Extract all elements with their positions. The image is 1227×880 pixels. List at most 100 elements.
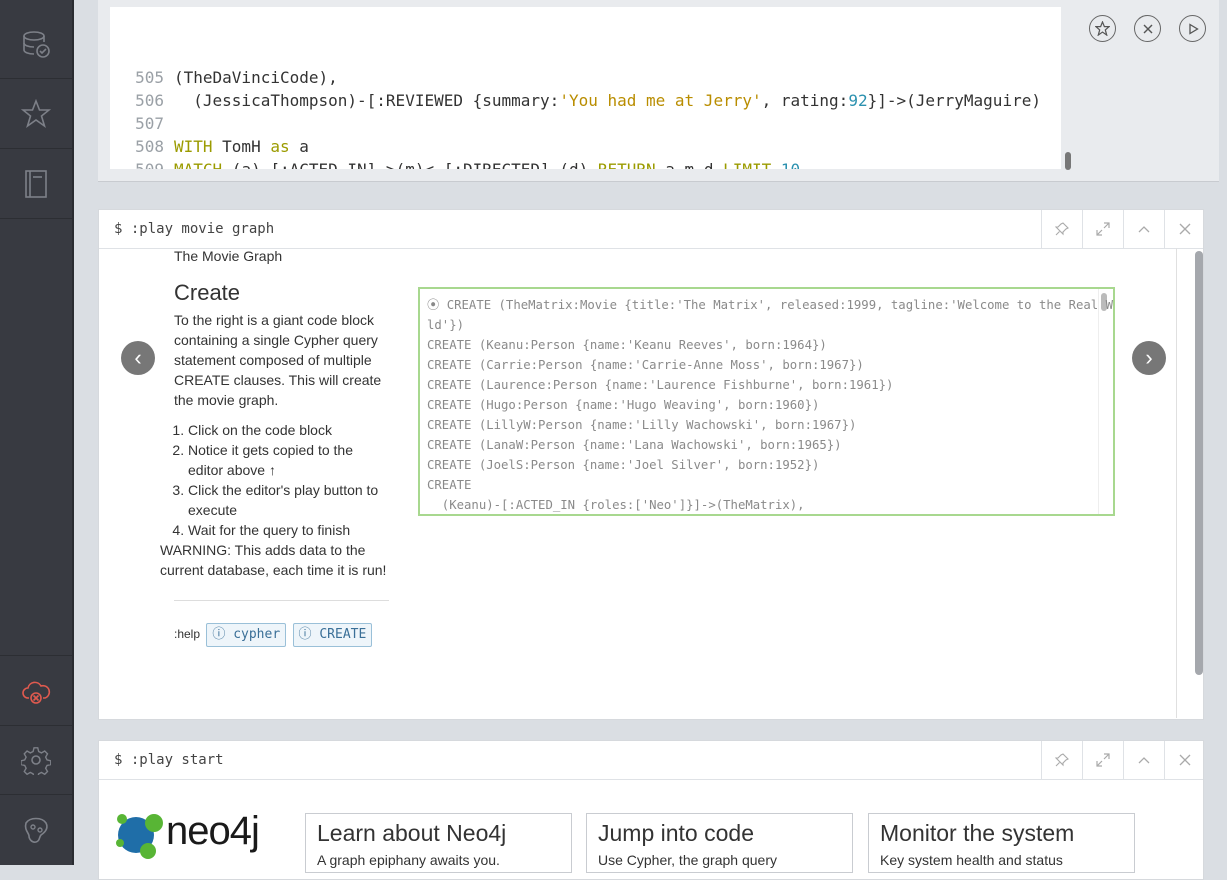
code-line: CREATE (Keanu:Person {name:'Keanu Reeves…: [427, 338, 827, 352]
favorite-button[interactable]: [1089, 15, 1116, 42]
sidebar-item-settings[interactable]: [0, 725, 72, 795]
card-title: Learn about Neo4j: [317, 820, 507, 846]
frame-command[interactable]: $ :play start: [114, 752, 224, 768]
editor-line: 507 WITH TomH as a: [110, 89, 309, 156]
frame-command[interactable]: $ :play movie graph: [114, 221, 274, 237]
gear-icon: [21, 746, 51, 775]
frame-movie-graph: $ :play movie graph ‹ › The Movie Graph …: [98, 209, 1204, 720]
chevron-up-icon: [1138, 226, 1150, 233]
editor-scrollbar[interactable]: [1065, 152, 1071, 170]
code-line: ld'}): [427, 318, 465, 332]
line-code: (TheDaVinciCode),: [174, 68, 338, 87]
editor-line: 509 ;: [110, 135, 168, 169]
pin-button[interactable]: [1041, 210, 1082, 248]
pin-icon: [1055, 222, 1069, 236]
code-line: CREATE (JoelS:Person {name:'Joel Silver'…: [427, 458, 820, 472]
database-icon: [23, 30, 50, 58]
collapse-button[interactable]: [1123, 741, 1164, 779]
neo4j-logo-icon: [116, 814, 163, 859]
frame-header: $ :play start: [99, 741, 1203, 780]
step-item: Notice it gets copied to the editor abov…: [188, 440, 389, 480]
divider: [174, 600, 389, 601]
fullscreen-button[interactable]: [1082, 210, 1123, 248]
card-subtitle: Key system health and status: [880, 852, 1063, 868]
close-frame-button[interactable]: [1164, 210, 1205, 248]
sidebar-item-about[interactable]: [0, 795, 72, 864]
play-circle-icon: ⦿: [427, 298, 447, 312]
favorite-icon: [1095, 21, 1110, 36]
code-line: CREATE (LanaW:Person {name:'Lana Wachows…: [427, 438, 842, 452]
pin-icon: [1055, 753, 1069, 767]
close-icon: [1179, 754, 1191, 766]
next-slide-button[interactable]: ›: [1132, 341, 1166, 375]
line-code: WITH TomH as a: [174, 137, 309, 156]
close-frame-button[interactable]: [1164, 741, 1205, 779]
fullscreen-button[interactable]: [1082, 741, 1123, 779]
code-line: CREATE (Laurence:Person {name:'Laurence …: [427, 378, 894, 392]
card-title: Monitor the system: [880, 820, 1075, 846]
editor-line: 508 MATCH (a)-[:ACTED_IN]->(m)<-[:DIRECT…: [110, 112, 800, 169]
frame-play-start: $ :play start neo4j Learn about Neo4j A …: [98, 740, 1204, 880]
card-subtitle: A graph epiphany awaits you.: [317, 852, 500, 868]
line-code: MATCH (a)-[:ACTED_IN]->(m)<-[:DIRECTED]-…: [174, 158, 800, 169]
editor-panel: (TheDaVinciCode), 505 (JessicaThompson)-…: [98, 0, 1219, 182]
expand-icon: [1096, 222, 1110, 236]
monitor-card[interactable]: Monitor the system Key system health and…: [868, 813, 1135, 873]
editor-line: 505 (JessicaThompson)-[:REVIEWED {summar…: [110, 43, 1041, 110]
warning-text: WARNING: This adds data to the current d…: [160, 542, 387, 578]
help-label: :help: [174, 627, 201, 641]
sidebar-item-connection[interactable]: [0, 655, 72, 726]
query-editor[interactable]: (TheDaVinciCode), 505 (JessicaThompson)-…: [110, 7, 1061, 169]
neo4j-about-icon: [24, 817, 48, 843]
previous-slide-button[interactable]: ‹: [121, 341, 155, 375]
help-cypher-link[interactable]: ⓘ cypher: [206, 623, 287, 647]
neo4j-logo: neo4j: [114, 807, 274, 863]
step-item: Click on the code block: [188, 420, 389, 440]
play-icon: [1188, 22, 1199, 35]
run-button[interactable]: [1179, 15, 1206, 42]
cypher-code-block[interactable]: ⦿ CREATE (TheMatrix:Movie {title:'The Ma…: [418, 287, 1115, 516]
sidebar-item-favorites[interactable]: [0, 79, 72, 149]
step-item: Click the editor's play button to execut…: [188, 480, 389, 520]
slide-subtitle: The Movie Graph: [174, 248, 283, 264]
code-block-scroll-track: [1098, 289, 1099, 514]
line-number: 509: [110, 158, 164, 169]
clear-button[interactable]: [1134, 15, 1161, 42]
frame-header: $ :play movie graph: [99, 210, 1203, 249]
step-item: Wait for the query to finish: [188, 520, 389, 540]
star-icon: [21, 98, 51, 128]
code-card[interactable]: Jump into code Use Cypher, the graph que…: [586, 813, 853, 873]
chevron-right-icon: ›: [1145, 345, 1153, 370]
card-title: Jump into code: [598, 820, 754, 846]
card-subtitle: Use Cypher, the graph query: [598, 852, 777, 868]
sidebar: [0, 0, 74, 865]
code-line: (Keanu)-[:ACTED_IN {roles:['Neo']}]->(Th…: [427, 498, 805, 512]
slide-intro: To the right is a giant code block conta…: [174, 312, 382, 408]
cloud-disconnected-icon: [22, 681, 51, 704]
expand-icon: [1096, 753, 1110, 767]
editor-line: 506: [110, 66, 168, 110]
logo-text: neo4j: [166, 809, 260, 853]
editor-line: (TheDaVinciCode),: [110, 20, 338, 87]
chevron-left-icon: ‹: [134, 345, 142, 370]
steps-list: Click on the code block Notice it gets c…: [174, 420, 389, 540]
help-create-link[interactable]: ⓘ CREATE: [292, 623, 373, 647]
learn-card[interactable]: Learn about Neo4j A graph epiphany await…: [305, 813, 572, 873]
collapse-button[interactable]: [1123, 210, 1164, 248]
clear-icon: [1143, 24, 1152, 33]
line-code: (JessicaThompson)-[:REVIEWED {summary:'Y…: [174, 91, 1041, 110]
sidebar-item-database[interactable]: [0, 9, 72, 79]
chevron-up-icon: [1138, 757, 1150, 764]
slide-heading: Create: [174, 280, 241, 305]
frame-scrollbar[interactable]: [1195, 251, 1203, 675]
code-line: CREATE (Hugo:Person {name:'Hugo Weaving'…: [427, 398, 820, 412]
frame-divider: [1176, 248, 1177, 718]
sidebar-item-documents[interactable]: [0, 149, 72, 219]
slide-text: The Movie Graph Create To the right is a…: [160, 246, 389, 647]
book-icon: [25, 169, 47, 198]
code-line: CREATE (LillyW:Person {name:'Lilly Wacho…: [427, 418, 857, 432]
pin-button[interactable]: [1041, 741, 1082, 779]
code-line: CREATE: [427, 478, 472, 492]
code-line: ⦿ CREATE (TheMatrix:Movie {title:'The Ma…: [427, 298, 1115, 312]
help-row: :help ⓘ cypher ⓘ CREATE: [174, 623, 389, 647]
